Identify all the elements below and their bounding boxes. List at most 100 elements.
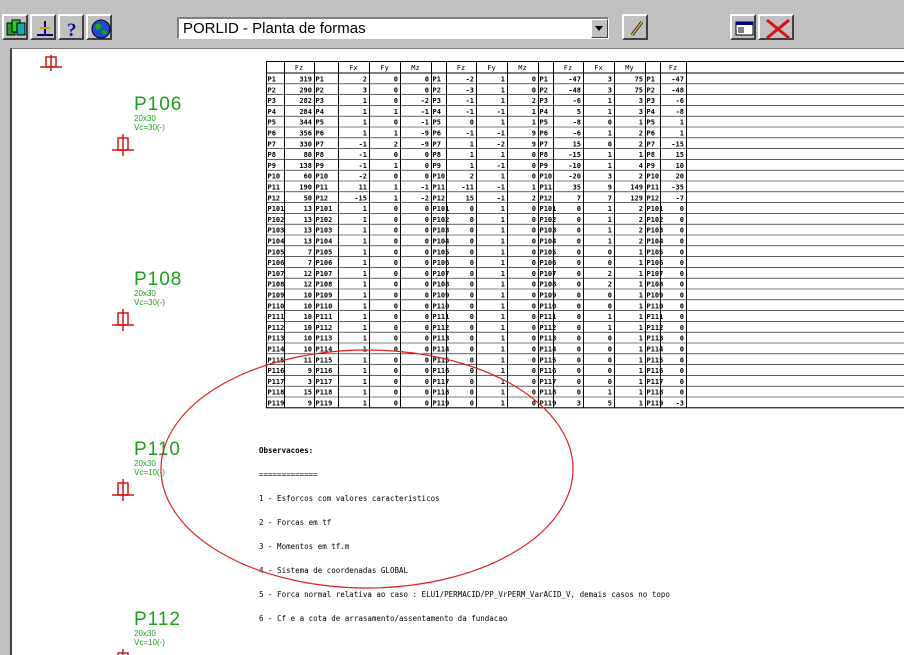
table-cell: P111 bbox=[433, 313, 450, 321]
table-cell: 1 bbox=[363, 259, 367, 267]
table-cell: 0 bbox=[470, 292, 474, 300]
table-cell: 1 bbox=[639, 335, 643, 343]
table-cell: 149 bbox=[630, 184, 643, 192]
table-cell: 0 bbox=[394, 248, 398, 256]
table-cell: P113 bbox=[540, 335, 557, 343]
table-cell: 1 bbox=[639, 389, 643, 397]
table-cell: 0 bbox=[577, 302, 581, 310]
pillar-symbol[interactable] bbox=[110, 132, 138, 158]
table-cell: 1 bbox=[363, 324, 367, 332]
table-cell: 0 bbox=[532, 313, 536, 321]
table-cell: P115 bbox=[647, 356, 664, 364]
table-cell: 5 bbox=[608, 400, 612, 408]
pillar-symbol[interactable] bbox=[110, 647, 138, 655]
table-header: Mz bbox=[518, 64, 526, 72]
table-cell: 0 bbox=[608, 367, 612, 375]
drawing-canvas[interactable]: P106 20x30 Vc=30(-) P108 20x30 Vc=30(-) P110 20… bbox=[10, 48, 904, 655]
globe-button[interactable] bbox=[86, 14, 112, 40]
table-cell: 1 bbox=[639, 119, 643, 127]
table-cell: 15 bbox=[466, 194, 474, 202]
table-cell: P107 bbox=[647, 270, 664, 278]
table-cell: P107 bbox=[316, 270, 333, 278]
table-cell: 1 bbox=[680, 130, 684, 138]
table-cell: 1 bbox=[608, 130, 612, 138]
table-cell: P105 bbox=[647, 248, 664, 256]
table-cell: 0 bbox=[608, 378, 612, 386]
table-cell: 2 bbox=[608, 270, 612, 278]
dropdown-button[interactable] bbox=[591, 19, 608, 38]
pillar-load: Vc=10(-) bbox=[134, 638, 165, 647]
table-cell: P2 bbox=[316, 86, 324, 94]
pillar-symbol[interactable] bbox=[110, 477, 138, 503]
table-cell: P102 bbox=[540, 216, 557, 224]
table-cell: P113 bbox=[268, 335, 285, 343]
table-cell: P108 bbox=[316, 281, 333, 289]
drawing-selector[interactable]: PORLID - Planta de formas bbox=[177, 17, 609, 39]
table-cell: 0 bbox=[470, 302, 474, 310]
table-cell: P109 bbox=[268, 292, 285, 300]
table-cell: P113 bbox=[647, 335, 664, 343]
table-cell: 1 bbox=[639, 356, 643, 364]
table-cell: 0 bbox=[577, 216, 581, 224]
table-cell: 0 bbox=[470, 205, 474, 213]
table-cell: 0 bbox=[394, 173, 398, 181]
table-cell: 0 bbox=[532, 173, 536, 181]
help-button[interactable]: ? bbox=[58, 14, 84, 40]
table-cell: 0 bbox=[577, 335, 581, 343]
table-header: Fz bbox=[564, 64, 572, 72]
table-cell: 0 bbox=[532, 162, 536, 170]
table-cell: 1 bbox=[639, 313, 643, 321]
table-cell: 0 bbox=[470, 324, 474, 332]
table-cell: P105 bbox=[540, 248, 557, 256]
table-cell: 0 bbox=[425, 324, 429, 332]
close-button[interactable] bbox=[758, 14, 794, 40]
table-cell: 12 bbox=[304, 281, 312, 289]
drawing-selector-value: PORLID - Planta de formas bbox=[183, 20, 366, 37]
table-cell: 15 bbox=[573, 140, 581, 148]
table-cell: 0 bbox=[470, 227, 474, 235]
table-cell: 0 bbox=[608, 346, 612, 354]
table-cell: 1 bbox=[639, 270, 643, 278]
pillar-symbol[interactable] bbox=[110, 307, 138, 333]
table-cell: 0 bbox=[425, 292, 429, 300]
table-cell: P7 bbox=[540, 140, 548, 148]
pillar-load: Vc=30(-) bbox=[134, 298, 165, 307]
table-cell: 0 bbox=[577, 281, 581, 289]
table-cell: 11 bbox=[359, 184, 367, 192]
table-cell: 1 bbox=[501, 259, 505, 267]
table-cell: P6 bbox=[433, 130, 441, 138]
table-cell: P3 bbox=[433, 97, 441, 105]
structure-button[interactable] bbox=[30, 14, 56, 40]
table-cell: P103 bbox=[540, 227, 557, 235]
table-cell: 10 bbox=[304, 313, 312, 321]
table-cell: P12 bbox=[647, 194, 660, 202]
pillar-label[interactable]: P108 bbox=[134, 269, 182, 291]
window-icon bbox=[735, 21, 754, 36]
table-cell: 284 bbox=[299, 108, 312, 116]
view-button[interactable] bbox=[730, 14, 756, 40]
table-cell: 190 bbox=[299, 184, 312, 192]
table-cell: 0 bbox=[394, 313, 398, 321]
pillar-label[interactable]: P112 bbox=[134, 609, 181, 631]
table-cell: 0 bbox=[470, 119, 474, 127]
table-cell: -11 bbox=[461, 184, 474, 192]
table-cell: P2 bbox=[647, 86, 655, 94]
table-cell: P110 bbox=[433, 302, 450, 310]
layers-button[interactable] bbox=[2, 14, 28, 40]
table-cell: 0 bbox=[394, 270, 398, 278]
pillar-dimension: 20x30 bbox=[134, 114, 156, 123]
table-cell: P101 bbox=[647, 205, 664, 213]
table-cell: 0 bbox=[680, 302, 684, 310]
table-cell: P1 bbox=[433, 76, 441, 84]
table-cell: 1 bbox=[363, 119, 367, 127]
table-cell: -1 bbox=[497, 162, 505, 170]
table-cell: 7 bbox=[308, 248, 312, 256]
edit-button[interactable] bbox=[622, 14, 648, 40]
table-cell: 75 bbox=[635, 86, 643, 94]
table-cell: P8 bbox=[316, 151, 324, 159]
table-cell: 0 bbox=[577, 238, 581, 246]
table-cell: 10 bbox=[304, 324, 312, 332]
pillar-label[interactable]: P106 bbox=[134, 94, 182, 116]
table-cell: 13 bbox=[304, 238, 312, 246]
table-cell: 1 bbox=[363, 108, 367, 116]
